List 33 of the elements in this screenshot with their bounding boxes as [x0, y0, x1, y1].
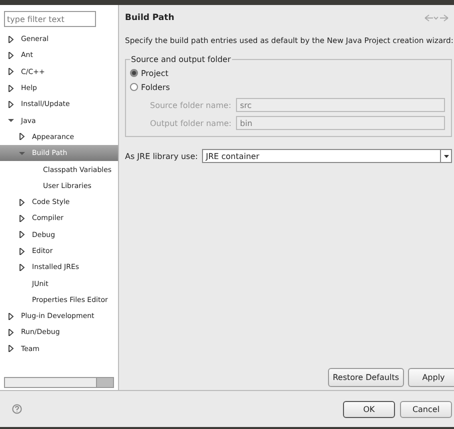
- radio-label[interactable]: Folders: [141, 82, 170, 92]
- radio-button[interactable]: [130, 83, 138, 91]
- group-title: Source and output folder: [130, 55, 232, 64]
- expand-arrow-icon[interactable]: [19, 264, 25, 271]
- page-title: Build Path: [125, 13, 174, 23]
- radio-button[interactable]: [130, 69, 138, 77]
- expand-arrow-icon[interactable]: [8, 84, 14, 92]
- dialog-button[interactable]: OK: [343, 400, 395, 418]
- help-icon[interactable]: [12, 404, 22, 414]
- expand-arrow-icon[interactable]: [8, 52, 14, 59]
- expand-arrow-icon[interactable]: [8, 100, 14, 108]
- expand-arrow-icon[interactable]: [8, 312, 14, 320]
- expand-arrow-icon[interactable]: [19, 214, 25, 222]
- jre-dropdown[interactable]: JRE container: [202, 149, 452, 163]
- jre-label: As JRE library use:: [125, 152, 198, 160]
- radio-label[interactable]: Project: [141, 68, 168, 78]
- filter-field[interactable]: type filter text: [4, 11, 96, 27]
- expand-arrow-icon[interactable]: [19, 198, 25, 206]
- expand-arrow-icon[interactable]: [19, 231, 25, 238]
- dialog-button[interactable]: Cancel: [400, 400, 452, 418]
- collapse-arrow-icon[interactable]: [8, 117, 14, 124]
- page-button[interactable]: Restore Defaults: [328, 368, 404, 387]
- page-button[interactable]: Apply: [408, 368, 454, 387]
- field-label: Output folder name:: [150, 118, 232, 128]
- expand-arrow-icon[interactable]: [8, 328, 14, 336]
- dropdown-icon: [444, 154, 448, 158]
- expand-arrow-icon[interactable]: [19, 133, 25, 140]
- expand-arrow-icon[interactable]: [8, 345, 14, 352]
- horizontal-scrollbar[interactable]: [4, 377, 114, 388]
- field-label: Source folder name:: [150, 100, 232, 110]
- expand-arrow-icon[interactable]: [8, 36, 14, 43]
- expand-arrow-icon[interactable]: [19, 248, 25, 254]
- expand-arrow-icon[interactable]: [8, 68, 14, 76]
